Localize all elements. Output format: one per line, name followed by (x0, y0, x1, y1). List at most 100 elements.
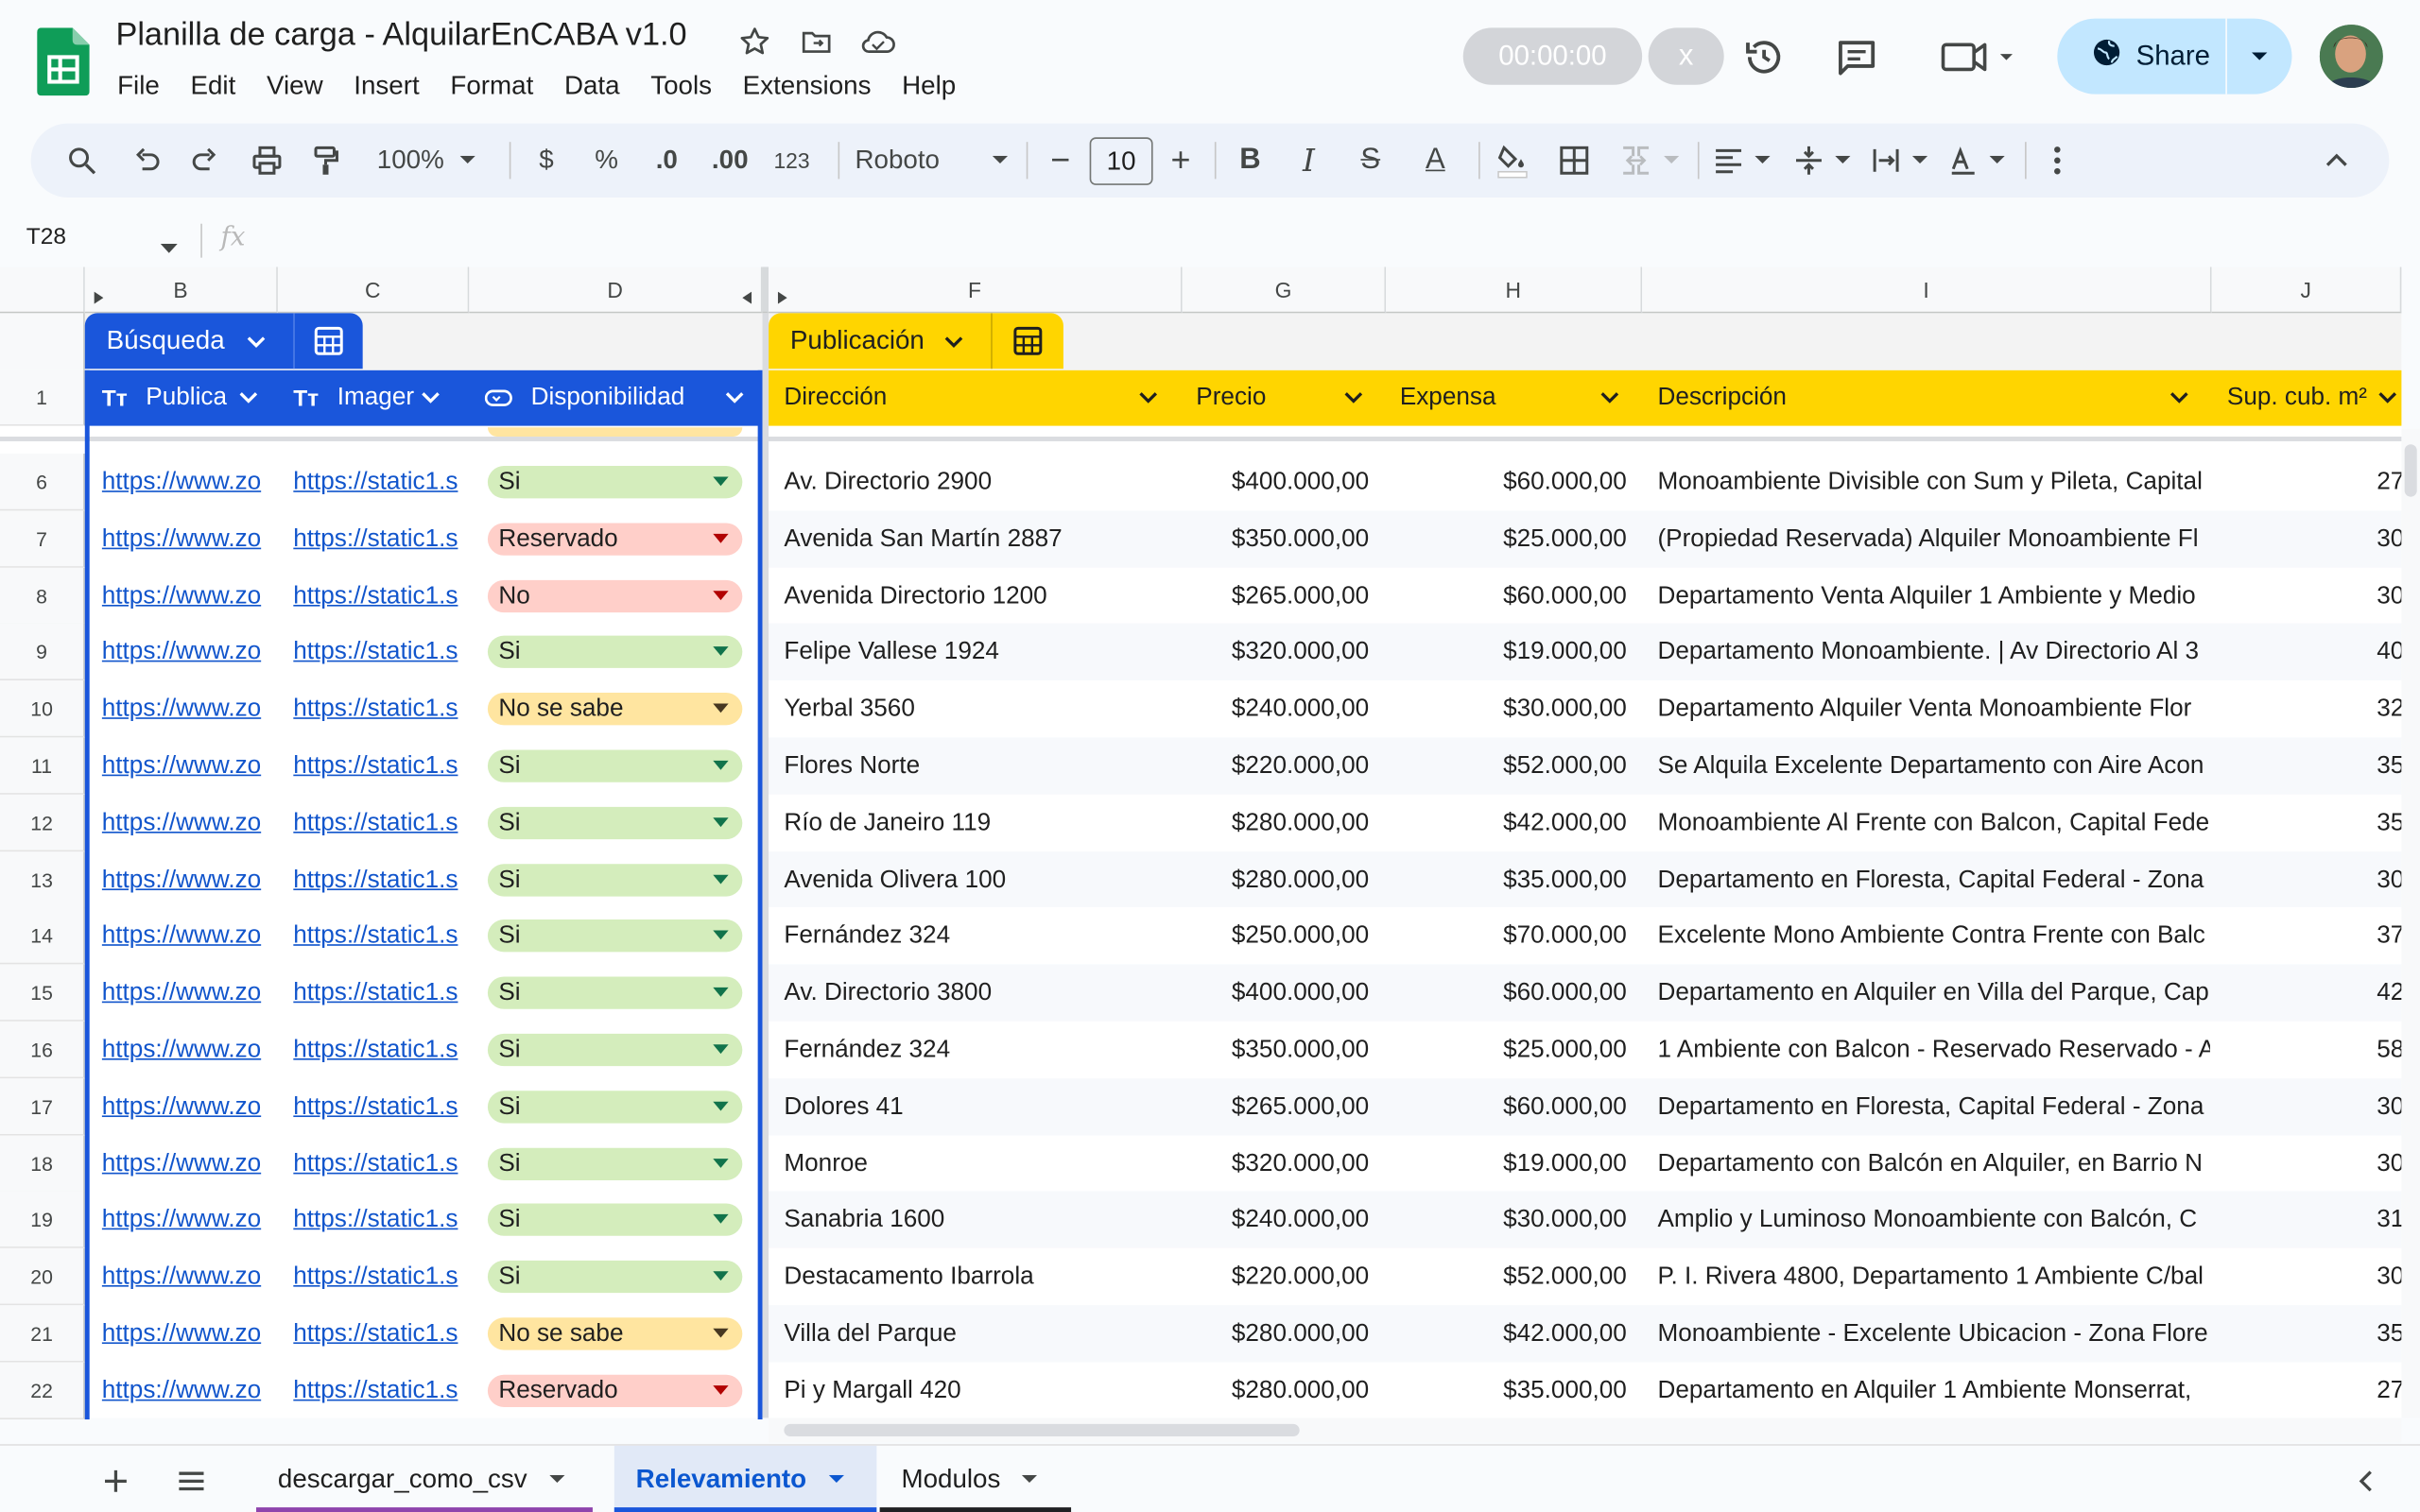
menu-edit[interactable]: Edit (175, 68, 251, 105)
font-family-select[interactable]: Roboto (855, 124, 1009, 198)
sheet-tab-descargar_como_csv[interactable]: descargar_como_csv (256, 1446, 593, 1512)
vertical-align-icon[interactable] (1790, 124, 1852, 198)
sheet-tab-relevamiento[interactable]: Relevamiento (614, 1445, 877, 1512)
currency-format-button[interactable]: $ (527, 124, 564, 198)
superficie-cell[interactable]: 32 (2377, 680, 2401, 737)
direccion-cell[interactable]: Fernández 324 (784, 1022, 1179, 1078)
superficie-cell[interactable]: 27 (2377, 454, 2401, 510)
menu-format[interactable]: Format (435, 68, 549, 105)
timer-display[interactable]: 00:00:00 (1462, 27, 1643, 85)
decrease-decimal-button[interactable]: .0 (645, 124, 688, 198)
descripcion-cell[interactable]: Departamento Venta Alquiler 1 Ambiente y… (1657, 568, 2209, 625)
history-icon[interactable] (1737, 31, 1790, 84)
imagen-link[interactable]: https://static1.s (293, 1191, 467, 1247)
imagen-link[interactable]: https://static1.s (293, 680, 467, 737)
superficie-cell[interactable]: 30 (2377, 1078, 2401, 1135)
sheet-tab-modulos[interactable]: Modulos (879, 1446, 1072, 1512)
disponibilidad-chip[interactable]: Si (487, 806, 743, 840)
expensa-cell[interactable]: $19.000,00 (1389, 1136, 1627, 1193)
superficie-cell[interactable]: 30 (2377, 568, 2401, 625)
font-size-input[interactable]: 10 (1089, 137, 1153, 185)
direccion-cell[interactable]: Felipe Vallese 1924 (784, 624, 1179, 680)
descripcion-cell[interactable]: Excelente Mono Ambiente Contra Frente co… (1657, 907, 2209, 964)
increase-font-size-button[interactable]: + (1162, 124, 1199, 198)
more-formats-button[interactable]: 123 (769, 124, 815, 198)
collapse-toolbar-icon[interactable] (2315, 124, 2359, 198)
column-header-h[interactable]: H (1386, 266, 1643, 314)
table-name-left[interactable]: Búsqueda (84, 313, 363, 369)
row-header[interactable]: 15 (0, 964, 85, 1022)
imagen-link[interactable]: https://static1.s (293, 795, 467, 851)
expensa-cell[interactable]: $35.000,00 (1389, 1363, 1627, 1419)
header-precio[interactable]: Precio (1196, 370, 1366, 426)
publicacion-link[interactable]: https://www.zo (102, 1078, 276, 1135)
disponibilidad-chip[interactable]: No (487, 579, 743, 613)
imagen-link[interactable]: https://static1.s (293, 1136, 467, 1193)
disponibilidad-chip[interactable]: Si (487, 976, 743, 1009)
precio-cell[interactable]: $320.000,00 (1185, 1136, 1369, 1193)
decrease-font-size-button[interactable]: − (1042, 124, 1079, 198)
precio-cell[interactable]: $265.000,00 (1185, 1078, 1369, 1135)
precio-cell[interactable]: $265.000,00 (1185, 568, 1369, 625)
meet-icon[interactable] (1932, 31, 2018, 84)
direccion-cell[interactable]: Fernández 324 (784, 907, 1179, 964)
menu-extensions[interactable]: Extensions (727, 68, 886, 105)
precio-cell[interactable]: $400.000,00 (1185, 454, 1369, 510)
menu-view[interactable]: View (251, 68, 338, 105)
publicacion-link[interactable]: https://www.zo (102, 568, 276, 625)
expensa-cell[interactable]: $42.000,00 (1389, 795, 1627, 851)
direccion-cell[interactable]: Villa del Parque (784, 1305, 1179, 1362)
publicacion-link[interactable]: https://www.zo (102, 964, 276, 1021)
table-calculator-icon[interactable] (991, 313, 1063, 369)
row-header[interactable]: 21 (0, 1305, 85, 1363)
vertical-scrollbar[interactable] (2401, 428, 2420, 1418)
header-direccion[interactable]: Dirección (784, 370, 1164, 426)
horizontal-scrollbar[interactable] (769, 1418, 2402, 1443)
column-header-j[interactable]: J (2211, 266, 2402, 314)
disponibilidad-chip[interactable]: Si (487, 466, 743, 499)
column-header-c[interactable]: C (277, 266, 470, 314)
direccion-cell[interactable]: Sanabria 1600 (784, 1191, 1179, 1247)
expensa-cell[interactable]: $30.000,00 (1389, 1191, 1627, 1247)
publicacion-link[interactable]: https://www.zo (102, 1248, 276, 1305)
header-imagen[interactable]: Tт Imager (293, 370, 466, 426)
disponibilidad-chip[interactable]: No se sabe (487, 1317, 743, 1350)
superficie-cell[interactable]: 35 (2377, 1305, 2401, 1362)
row-header[interactable]: 20 (0, 1247, 85, 1306)
paint-format-icon[interactable] (302, 124, 349, 198)
column-header-g[interactable]: G (1182, 266, 1387, 314)
direccion-cell[interactable]: Av. Directorio 3800 (784, 964, 1179, 1021)
imagen-link[interactable]: https://static1.s (293, 1022, 467, 1078)
column-header-i[interactable]: I (1642, 266, 2212, 314)
sheets-logo-icon[interactable] (37, 27, 90, 96)
descripcion-cell[interactable]: Departamento en Floresta, Capital Federa… (1657, 851, 2209, 908)
disponibilidad-chip[interactable]: Si (487, 1260, 743, 1294)
star-icon[interactable] (735, 22, 774, 61)
row-header[interactable]: 8 (0, 567, 85, 626)
row-header[interactable]: 12 (0, 794, 85, 852)
disponibilidad-chip[interactable]: Reservado (487, 523, 743, 556)
direccion-cell[interactable]: Dolores 41 (784, 1078, 1179, 1135)
descripcion-cell[interactable]: Amplio y Luminoso Monoambiente con Balcó… (1657, 1191, 2209, 1247)
imagen-link[interactable]: https://static1.s (293, 737, 467, 794)
horizontal-align-icon[interactable] (1710, 124, 1772, 198)
direccion-cell[interactable]: Av. Directorio 2900 (784, 454, 1179, 510)
expensa-cell[interactable]: $70.000,00 (1389, 907, 1627, 964)
column-header-d[interactable]: D (469, 266, 763, 314)
imagen-link[interactable]: https://static1.s (293, 454, 467, 510)
expensa-cell[interactable]: $25.000,00 (1389, 1022, 1627, 1078)
expensa-cell[interactable]: $60.000,00 (1389, 964, 1627, 1021)
borders-icon[interactable] (1552, 124, 1596, 198)
descripcion-cell[interactable]: (Propiedad Reservada) Alquiler Monoambie… (1657, 510, 2209, 567)
move-folder-icon[interactable] (796, 22, 836, 61)
descripcion-cell[interactable]: Departamento Monoambiente. | Av Director… (1657, 624, 2209, 680)
column-header-f[interactable]: F (769, 266, 1183, 314)
publicacion-link[interactable]: https://www.zo (102, 454, 276, 510)
expensa-cell[interactable]: $42.000,00 (1389, 1305, 1627, 1362)
precio-cell[interactable]: $280.000,00 (1185, 795, 1369, 851)
menu-help[interactable]: Help (887, 68, 972, 105)
menu-tools[interactable]: Tools (635, 68, 727, 105)
direccion-cell[interactable]: Río de Janeiro 119 (784, 795, 1179, 851)
publicacion-link[interactable]: https://www.zo (102, 1305, 276, 1362)
text-rotation-icon[interactable] (1945, 124, 2006, 198)
